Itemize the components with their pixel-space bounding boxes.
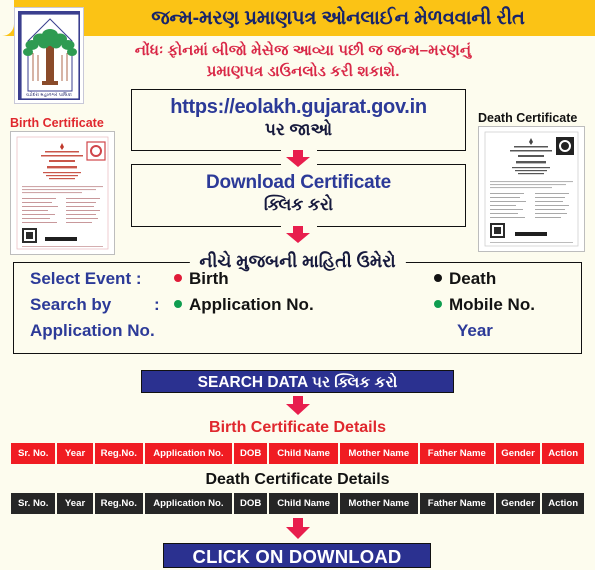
radio-bullet-birth[interactable] [174,274,182,282]
table-column-header: Gender [495,493,541,514]
table-column-header: DOB [233,443,268,464]
note-text: નોંધઃ ફોનમાં બીજો મેસેજ આવ્યા પછી જ જન્મ… [88,40,518,82]
select-event-label: Select Event : [30,269,142,288]
birth-certificate-thumbnail [10,131,115,255]
birth-table-header-row: Sr. No. Year Reg.No. Application No. DOB Chil… [11,443,584,464]
table-column-header: Child Name [269,493,338,514]
radio-label-application-no: Application No. [189,295,314,314]
url-box-subtext: પર જાઓ [264,120,333,139]
radio-option-mobile-no[interactable]: Mobile No. [434,295,535,315]
search-by-colon: : [154,295,160,314]
birth-certificate-label: Birth Certificate [10,116,104,130]
table-column-header: Child Name [269,443,338,464]
step-download-box: Download Certificate ક્લિક કરો [131,161,466,230]
form-row-select-event: Select Event : Birth Death [14,269,581,295]
table-column-header: Sr. No. [11,443,56,464]
death-certificate-details-title: Death Certificate Details [205,471,390,488]
form-row-search-by: Search by : Application No. Mobile No. [14,295,581,321]
table-column-header: Sr. No. [11,493,56,514]
table-column-header: Gender [495,443,541,464]
eolakh-url-text: https://eolakh.gujarat.gov.in [170,96,427,118]
birth-certificate-preview-icon [11,132,114,254]
death-table-header-row: Sr. No. Year Reg.No. Application No. DOB Chil… [11,493,584,514]
vmc-logo: વડોદરા મહાનગર પાલિકા [14,7,84,104]
download-certificate-text: Download Certificate [206,172,391,193]
table-column-header: Action [542,493,584,514]
death-certificate-preview-icon [479,127,584,251]
application-no-field-label[interactable]: Application No. [30,321,155,341]
table-column-header: Reg.No. [94,493,143,514]
table-column-header: Year [57,443,93,464]
table-column-header: Reg.No. [94,443,143,464]
form-panel-title: નીચે મુજબની માહિતી ઉમેરો [189,251,406,272]
note-line-2: પ્રમાણપત્ર ડાઉનલોડ કરી શકાશે. [206,63,400,80]
death-certificate-label: Death Certificate [478,111,578,125]
radio-label-death: Death [449,269,497,288]
radio-option-death[interactable]: Death [434,269,496,289]
table-column-header: Mother Name [339,443,418,464]
table-column-header: DOB [233,493,268,514]
table-column-header: Mother Name [339,493,418,514]
table-column-header: Year [57,493,93,514]
radio-bullet-application-no[interactable] [174,300,182,308]
down-arrow-icon-4 [286,518,310,539]
table-column-header: Application No. [144,493,232,514]
table-column-header: Application No. [144,443,232,464]
radio-bullet-death[interactable] [434,274,442,282]
form-panel: Select Event : Birth Death Search by : A… [13,262,582,354]
death-certificate-thumbnail [478,126,585,252]
click-on-download-button[interactable]: CLICK ON DOWNLOAD [163,543,431,568]
table-column-header: Father Name [419,493,494,514]
banyan-tree-icon [20,13,80,100]
down-arrow-icon-3 [286,396,310,415]
table-column-header: Father Name [419,443,494,464]
birth-certificate-details-title: Birth Certificate Details [209,419,386,436]
down-arrow-icon-1 [286,150,310,167]
search-by-label: Search by [30,295,112,314]
radio-option-application-no[interactable]: Application No. [174,295,314,315]
year-field-label[interactable]: Year [457,321,493,341]
search-data-button[interactable]: SEARCH DATA પર ક્લિક કરો [141,370,454,393]
radio-label-mobile-no: Mobile No. [449,295,535,314]
down-arrow-icon-2 [286,226,310,243]
note-line-1: નોંધઃ ફોનમાં બીજો મેસેજ આવ્યા પછી જ જન્મ… [134,42,472,59]
logo-caption: વડોદરા મહાનગર પાલિકા [26,92,72,97]
page-title: જન્મ-મરણ પ્રમાણપત્ર ઓનલાઈન મેળવવાની રીત [151,7,525,29]
form-row-fields: Application No. Year [14,321,581,347]
radio-option-birth[interactable]: Birth [174,269,229,289]
download-box-subtext: ક્લિક કરો [263,195,334,214]
logo-emblem-frame: વડોદરા મહાનગર પાલિકા [18,11,80,100]
step-url-box: https://eolakh.gujarat.gov.in પર જાઓ [131,89,466,154]
radio-bullet-mobile-no[interactable] [434,300,442,308]
table-column-header: Action [542,443,584,464]
